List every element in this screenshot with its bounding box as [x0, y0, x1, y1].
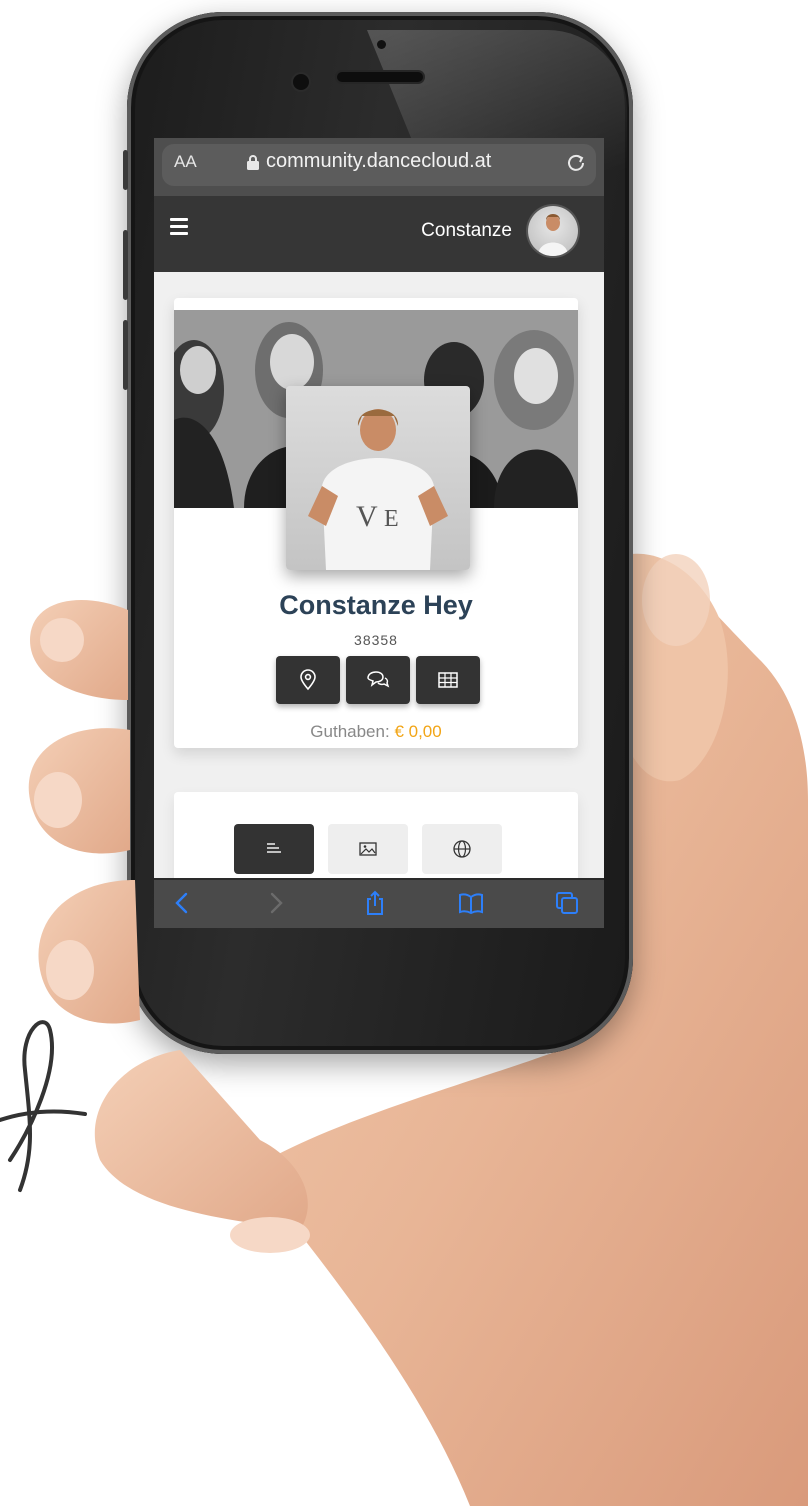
balance-label: Guthaben: [310, 722, 390, 741]
tab-posts[interactable] [234, 824, 314, 874]
tabs-icon[interactable] [554, 890, 580, 916]
location-button[interactable] [276, 656, 340, 704]
back-icon[interactable] [170, 890, 196, 916]
balance-amount: € 0,00 [394, 722, 442, 741]
lock-icon [247, 155, 259, 170]
text-lines-icon [267, 843, 281, 853]
image-icon [359, 842, 377, 856]
volume-down-button [123, 320, 128, 390]
profile-person-graphic: V E [308, 409, 448, 570]
member-id: 38358 [354, 632, 398, 648]
location-pin-icon [300, 669, 316, 691]
svg-text:V: V [356, 500, 378, 533]
avatar[interactable] [528, 206, 578, 256]
app-header: Constanze [154, 196, 604, 272]
proximity-sensor [377, 40, 386, 49]
share-icon[interactable] [362, 890, 388, 916]
reload-icon[interactable] [566, 152, 586, 172]
menu-icon[interactable] [170, 218, 188, 235]
chat-bubbles-icon [367, 671, 390, 688]
profile-action-buttons [276, 656, 480, 708]
svg-text:E: E [384, 506, 399, 532]
mute-switch [123, 150, 128, 190]
profile-card: V E Constanze Hey 38358 Guthaben: € 0,00 [174, 298, 578, 748]
avatar-person-icon [538, 214, 568, 256]
forward-icon[interactable] [262, 890, 288, 916]
globe-icon [453, 840, 471, 858]
header-user-name[interactable]: Constanze [421, 220, 512, 242]
text-size-button[interactable]: AA [174, 152, 197, 172]
browser-toolbar [154, 878, 604, 928]
chat-button[interactable] [346, 656, 410, 704]
page-content: V E Constanze Hey 38358 Guthaben: € 0,00 [154, 272, 604, 912]
profile-photo[interactable]: V E [286, 386, 470, 570]
grid-table-icon [438, 672, 458, 688]
bookmarks-icon[interactable] [458, 890, 484, 916]
earpiece-speaker [337, 72, 423, 82]
profile-full-name: Constanze Hey [279, 590, 473, 620]
volume-up-button [123, 230, 128, 300]
tab-gallery[interactable] [328, 824, 408, 874]
timetable-button[interactable] [416, 656, 480, 704]
front-camera [293, 74, 309, 90]
balance-line: Guthaben: € 0,00 [174, 722, 578, 742]
tab-web[interactable] [422, 824, 502, 874]
browser-url-bar: AA community.dancecloud.at [154, 138, 604, 196]
phone-screen: AA community.dancecloud.at Constanze V E… [154, 138, 604, 928]
url-text[interactable]: community.dancecloud.at [266, 150, 491, 173]
